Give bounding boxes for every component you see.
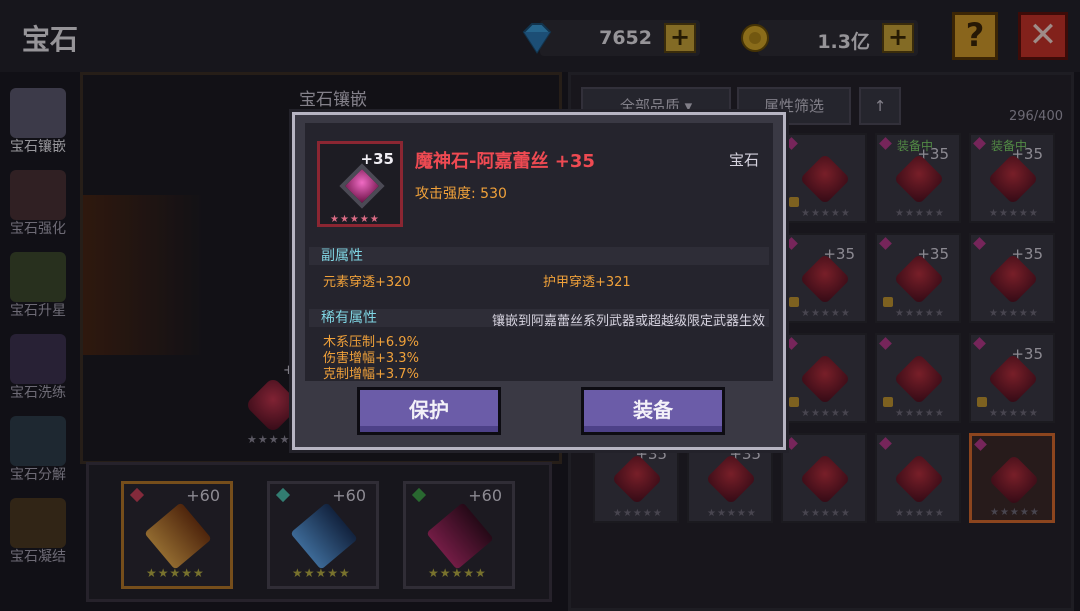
- gem-item-level: +35: [360, 150, 394, 168]
- sub-attribute-2: 护甲穿透+321: [543, 275, 631, 290]
- rare-attribute-3: 克制增幅+3.7%: [323, 367, 419, 382]
- gem-detail-content: +35 ★★★★★ 魔神石-阿嘉蕾丝 +35 宝石 攻击强度: 530 副属性 …: [305, 123, 773, 382]
- demon-gem-icon: [339, 163, 385, 209]
- gem-item-stars: ★★★★★: [330, 214, 380, 225]
- rare-attributes-note: 镶嵌到阿嘉蕾丝系列武器或超越级限定武器生效: [491, 314, 765, 329]
- gem-item-icon: +35 ★★★★★: [317, 141, 403, 227]
- sub-attribute-1: 元素穿透+320: [323, 275, 411, 290]
- gem-item-type: 宝石: [728, 151, 759, 169]
- sub-attributes-heading: 副属性: [309, 247, 769, 265]
- attack-stat: 攻击强度: 530: [415, 186, 507, 202]
- protect-button[interactable]: 保护: [357, 387, 501, 435]
- gem-detail-dialog: +35 ★★★★★ 魔神石-阿嘉蕾丝 +35 宝石 攻击强度: 530 副属性 …: [292, 112, 786, 450]
- equip-button[interactable]: 装备: [581, 387, 725, 435]
- gem-item-name: 魔神石-阿嘉蕾丝 +35: [415, 151, 595, 172]
